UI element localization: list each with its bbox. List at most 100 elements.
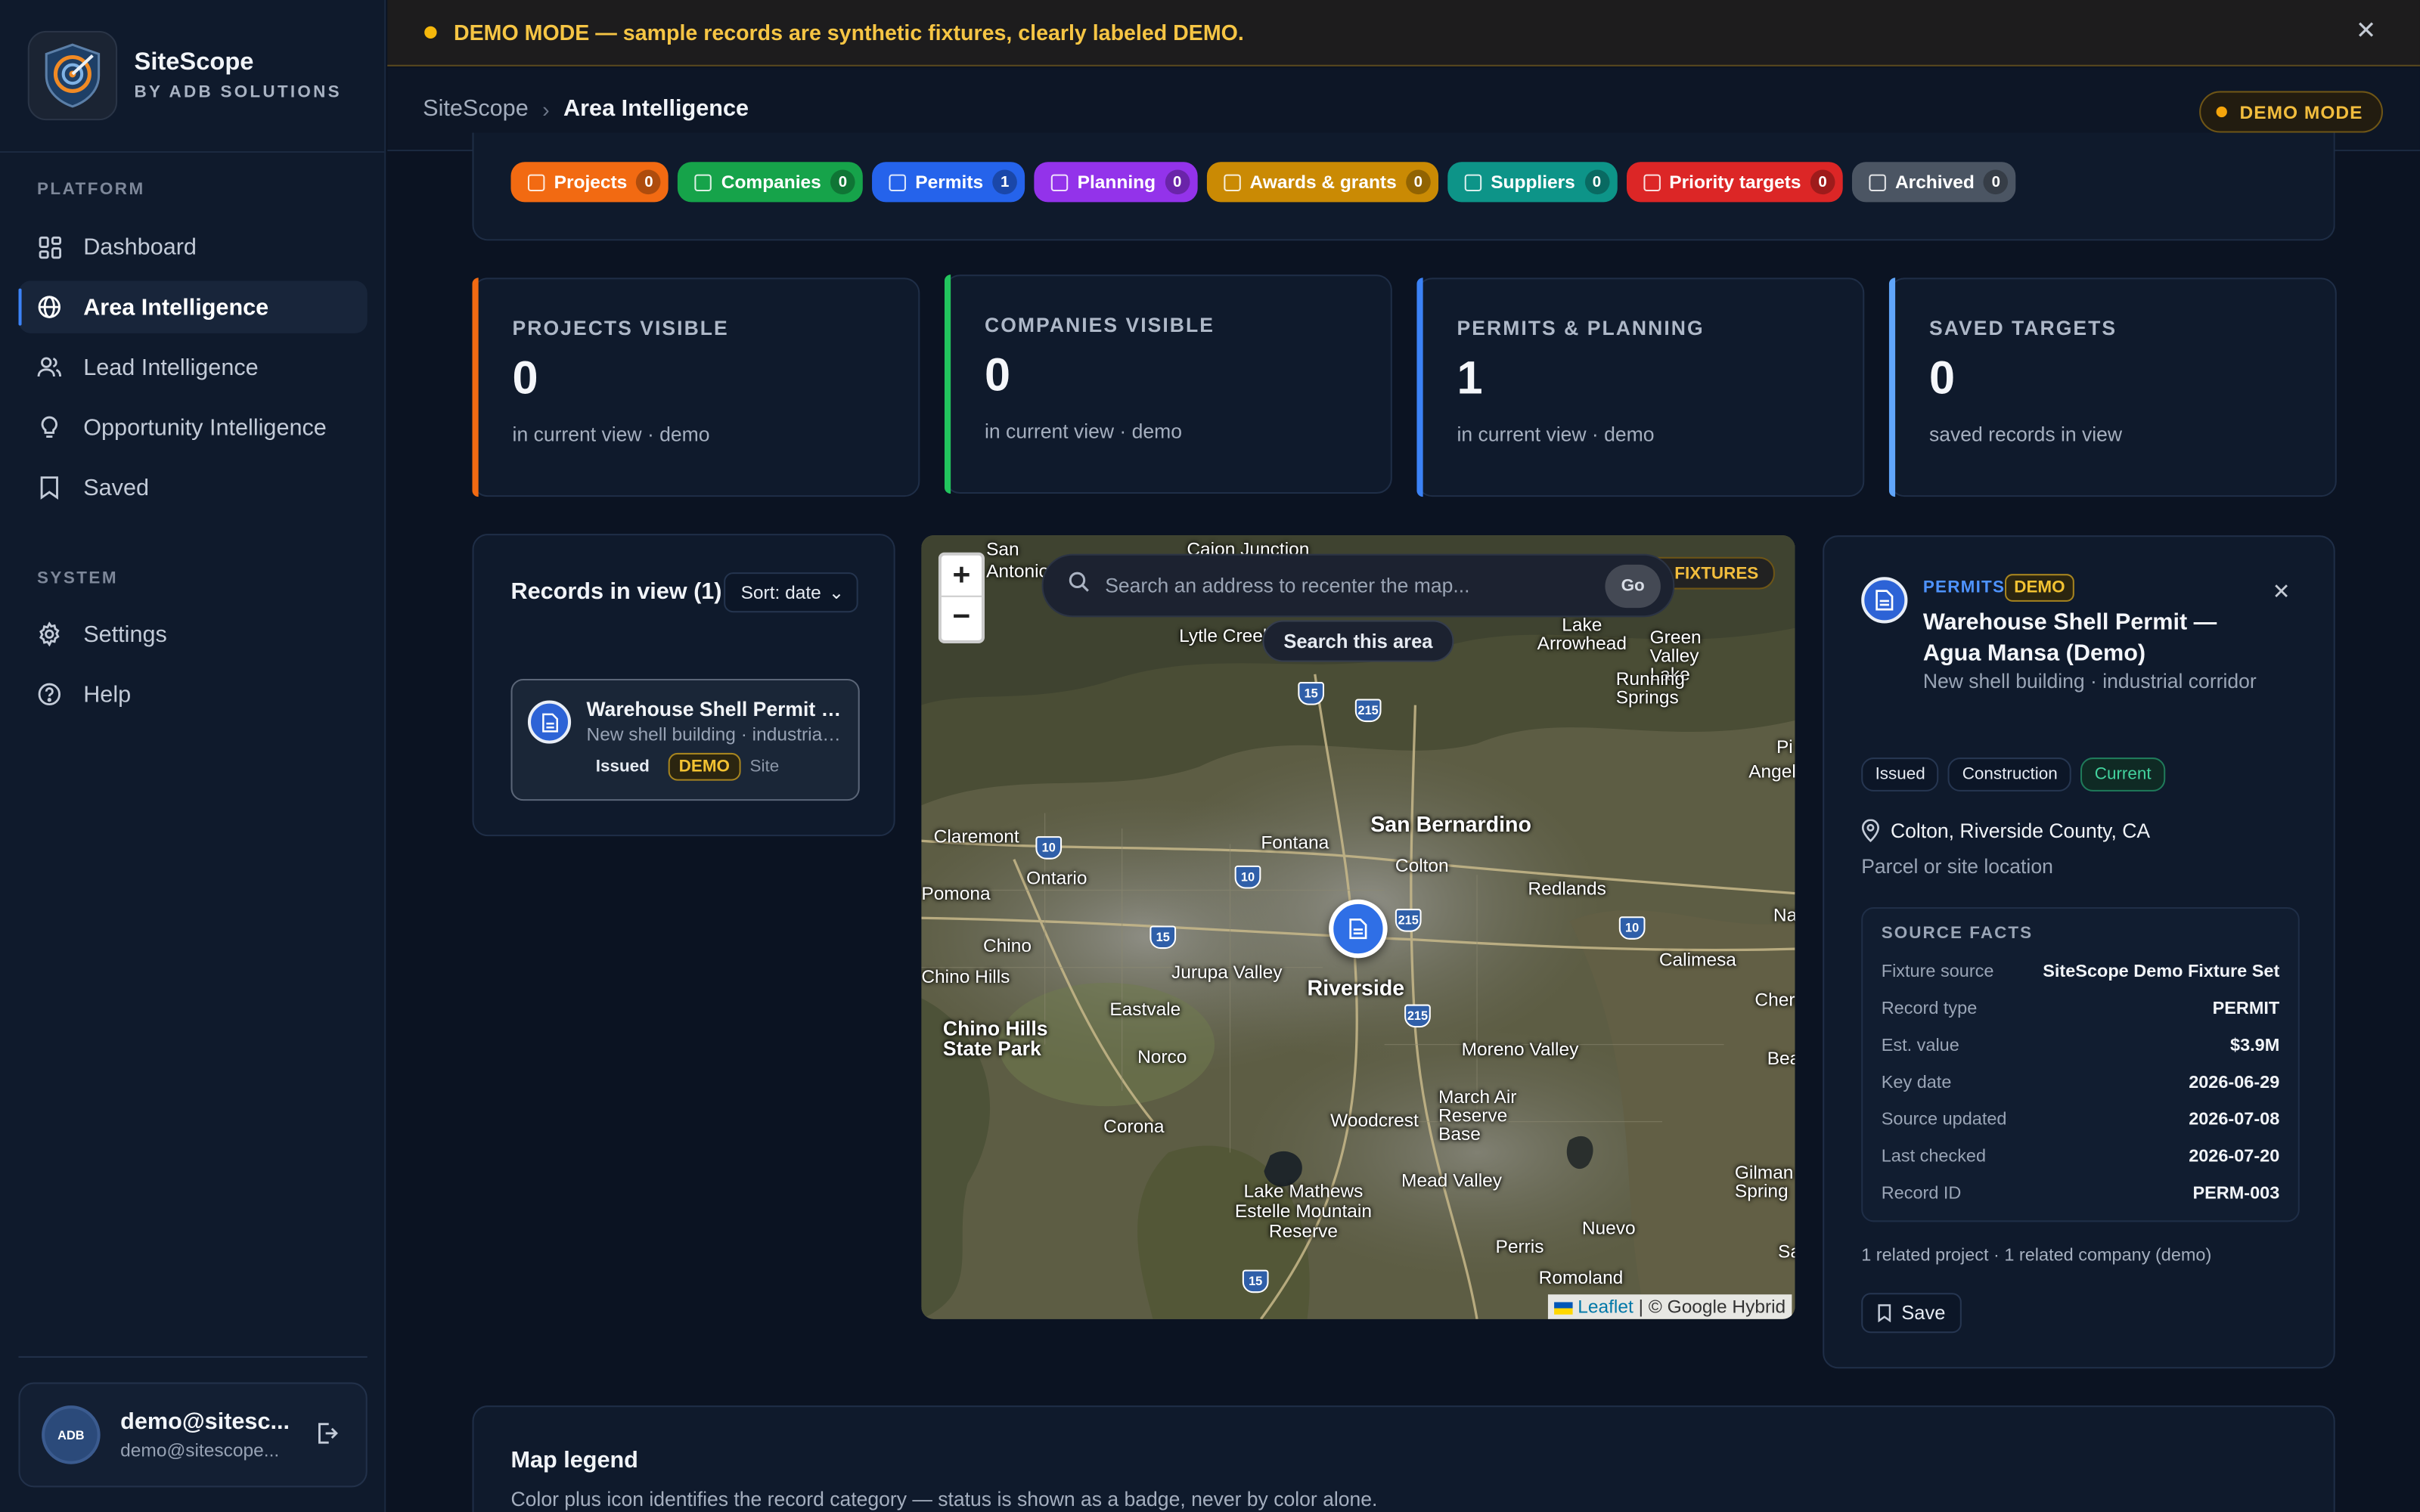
records-title: Records in view (1) <box>510 578 722 605</box>
brand[interactable]: SiteScope BY ADB SOLUTIONS <box>0 0 385 153</box>
fact-row: Last checked 2026-07-20 <box>1882 1139 2280 1176</box>
fact-row: Source updated 2026-07-08 <box>1882 1101 2280 1139</box>
nav-item-area-intelligence[interactable]: Area Intelligence <box>18 280 368 333</box>
stat-value: 0 <box>1929 353 1956 404</box>
fact-key: Source updated <box>1881 1111 2007 1129</box>
logo-icon <box>27 30 118 121</box>
fact-key: Fixture source <box>1881 962 1994 981</box>
filter-chip-suppliers[interactable]: Suppliers 0 <box>1447 162 1617 203</box>
map-search-input[interactable] <box>1105 574 1599 597</box>
help-icon <box>37 682 62 707</box>
record-list-item[interactable]: Warehouse Shell Permit — Agua Mansa (Dem… <box>510 678 860 801</box>
nav-item-dashboard[interactable]: Dashboard <box>18 221 367 273</box>
map-label: Colton <box>1395 854 1449 877</box>
stat-note: in current view · demo <box>985 420 1183 443</box>
map[interactable]: San Bernardino Riverside Fontana Colton … <box>921 535 1795 1319</box>
close-icon[interactable]: ✕ <box>2273 578 2291 605</box>
zoom-in-button[interactable]: + <box>941 556 982 597</box>
sort-select[interactable]: Sort: date ⌄ <box>724 572 858 613</box>
close-icon[interactable]: ✕ <box>2353 20 2378 45</box>
location-text: Colton, Riverside County, CA <box>1890 819 2151 843</box>
user-email: demo@sitescope... <box>120 1439 280 1461</box>
demo-badge: DEMO <box>668 752 741 781</box>
map-label: Perris <box>1495 1235 1544 1258</box>
map-label: Moreno Valley <box>1461 1038 1579 1061</box>
stat-label: PROJECTS VISIBLE <box>512 316 729 339</box>
filter-chip-planning[interactable]: Planning 0 <box>1034 162 1198 203</box>
nav-item-lead-intelligence[interactable]: Lead Intelligence <box>18 341 367 393</box>
chip-label: Permits <box>915 171 984 194</box>
search-this-area-button[interactable]: Search this area <box>1262 620 1454 662</box>
map-label: Chino Hills <box>921 965 1010 988</box>
map-attribution: Leaflet | © Google Hybrid <box>1547 1294 1792 1319</box>
category-icon <box>1050 173 1069 191</box>
zoom-out-button[interactable]: − <box>942 597 982 639</box>
nav-item-saved[interactable]: Saved <box>18 461 367 513</box>
fact-key: Last checked <box>1881 1148 1987 1167</box>
interstate-shield-icon: 15 <box>1242 1269 1269 1294</box>
category-icon <box>1223 173 1241 191</box>
map-label: Calimesa <box>1658 949 1736 971</box>
map-label: Corona <box>1103 1115 1165 1138</box>
user-card[interactable]: ADB demo@sitesc... demo@sitescope... <box>18 1382 368 1488</box>
bookmark-icon <box>1877 1303 1892 1322</box>
filter-chip-priority-targets[interactable]: Priority targets 0 <box>1626 162 1843 203</box>
interstate-shield-icon: 15 <box>1298 682 1325 705</box>
chevron-right-icon: › <box>542 96 550 122</box>
fact-row: Key date 2026-06-29 <box>1882 1064 2280 1101</box>
brand-name: SiteScope <box>134 49 254 76</box>
map-label: Cherry <box>1754 989 1795 1011</box>
permit-map-marker[interactable] <box>1329 899 1388 959</box>
avatar-text: ADB <box>57 1427 85 1442</box>
legend-description: Color plus icon identifies the record ca… <box>510 1487 1378 1510</box>
banner-text: DEMO MODE — sample records are synthetic… <box>453 20 1244 45</box>
nav-item-opportunity-intelligence[interactable]: Opportunity Intelligence <box>18 401 367 454</box>
map-search-bar: Go <box>1041 553 1675 618</box>
gear-icon <box>37 621 62 647</box>
chip-count: 1 <box>992 169 1018 195</box>
breadcrumb: SiteScope › Area Intelligence <box>423 96 749 122</box>
avatar: ADB <box>42 1405 101 1464</box>
fact-value: PERMIT <box>2212 999 2280 1018</box>
nav-section-system: SYSTEM <box>36 569 118 588</box>
filter-chip-companies[interactable]: Companies 0 <box>678 162 863 203</box>
fact-row: Est. value $3.9M <box>1882 1027 2280 1064</box>
map-label: Beau <box>1767 1047 1795 1070</box>
stat-value: 0 <box>512 353 538 404</box>
chip-label: Planning <box>1077 171 1156 194</box>
chip-count: 0 <box>1584 169 1609 195</box>
filter-chip-awards-grants[interactable]: Awards & grants 0 <box>1206 162 1438 203</box>
category-filter-card: Projects 0 Companies 0 Permits 1 Planning 0 Awar… <box>472 132 2335 241</box>
stat-card-projects: PROJECTS VISIBLE 0 in current view · dem… <box>472 277 920 497</box>
chip-label: Projects <box>554 171 628 194</box>
demo-badge: DEMO <box>2004 574 2074 602</box>
nav-item-settings[interactable]: Settings <box>18 608 367 660</box>
map-label: Gilman Spring <box>1734 1161 1794 1202</box>
map-label: Norco <box>1137 1046 1187 1068</box>
chip-count: 0 <box>830 169 855 195</box>
chip-label: Suppliers <box>1491 171 1575 194</box>
lightbulb-icon <box>37 415 62 440</box>
go-button[interactable]: Go <box>1605 564 1661 609</box>
status-badge: Issued <box>1861 758 1940 792</box>
nav-item-help[interactable]: Help <box>18 668 367 720</box>
category-icon <box>1643 173 1661 191</box>
map-label: Chino <box>982 934 1032 957</box>
stat-card-permits-planning: PERMITS & PLANNING 1 in current view · d… <box>1416 277 1865 497</box>
filter-chip-archived[interactable]: Archived 0 <box>1851 162 2016 203</box>
filter-chip-projects[interactable]: Projects 0 <box>510 162 669 203</box>
nav-item-label: Help <box>83 681 132 708</box>
leaflet-link[interactable]: Leaflet <box>1578 1296 1634 1318</box>
detail-subtitle: New shell building · industrial corridor <box>1922 669 2257 693</box>
map-label: Pi <box>1776 736 1793 758</box>
breadcrumb-root[interactable]: SiteScope <box>423 96 529 122</box>
map-legend: Map legend Color plus icon identifies th… <box>472 1405 2335 1512</box>
interstate-shield-icon: 10 <box>1618 916 1646 940</box>
save-button[interactable]: Save <box>1861 1293 1961 1334</box>
map-label: Eastvale <box>1109 998 1181 1020</box>
stage-badge: Construction <box>1948 758 2072 792</box>
interstate-shield-icon: 10 <box>1234 865 1261 889</box>
grid-icon <box>37 234 62 259</box>
filter-chip-permits[interactable]: Permits 1 <box>872 162 1025 203</box>
logout-icon[interactable] <box>315 1421 343 1449</box>
